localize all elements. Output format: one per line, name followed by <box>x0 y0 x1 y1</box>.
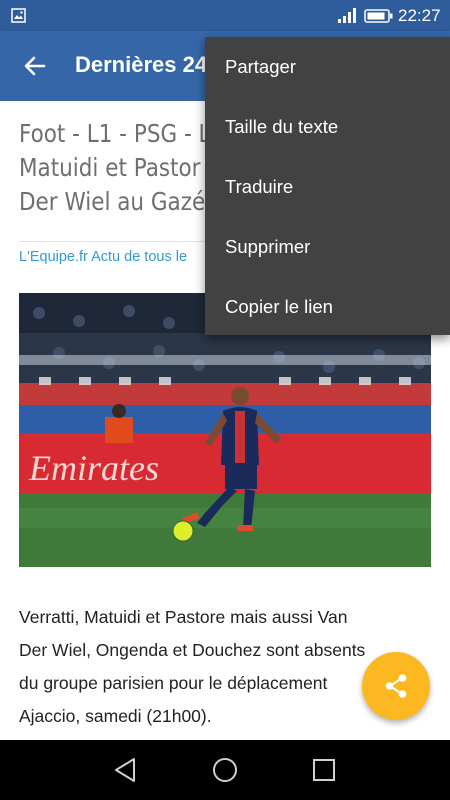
overflow-menu: Partager Taille du texte Traduire Suppri… <box>205 37 450 335</box>
menu-item-text-size[interactable]: Taille du texte <box>205 97 450 157</box>
nav-home-icon[interactable] <box>212 757 238 783</box>
navigation-bar <box>0 740 450 800</box>
signal-icon <box>338 8 356 23</box>
status-bar: 22:27 <box>0 0 450 31</box>
image-notification-icon <box>11 8 26 23</box>
article-body-line: Verratti, Matuidi et Pastore mais aussi … <box>19 607 348 627</box>
status-time: 22:27 <box>398 6 441 25</box>
page-title: Dernières 24 <box>75 52 208 77</box>
menu-item-delete[interactable]: Supprimer <box>205 217 450 277</box>
nav-recents-icon[interactable] <box>312 758 336 782</box>
share-icon <box>385 674 407 698</box>
menu-item-share[interactable]: Partager <box>205 37 450 97</box>
battery-icon <box>364 9 393 23</box>
nav-back-icon[interactable] <box>112 756 138 784</box>
menu-item-translate[interactable]: Traduire <box>205 157 450 217</box>
arrow-left-icon[interactable] <box>20 51 50 81</box>
image-text: Emirates <box>28 448 159 488</box>
share-button[interactable] <box>362 652 430 720</box>
menu-item-copy-link[interactable]: Copier le lien <box>205 277 450 337</box>
source-link[interactable]: L'Equipe.fr Actu de tous le <box>19 249 187 265</box>
